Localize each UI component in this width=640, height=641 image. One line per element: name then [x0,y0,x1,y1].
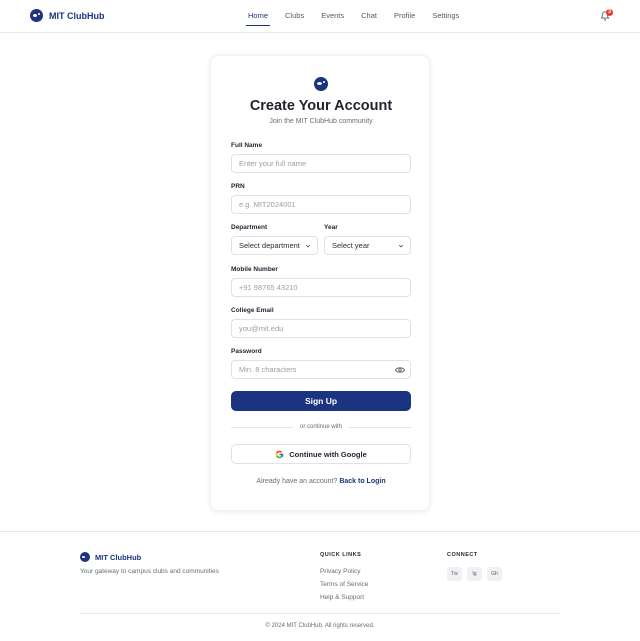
department-select[interactable]: Select department [231,236,318,255]
google-icon [276,450,284,458]
notification-badge: 3 [606,9,613,16]
instagram-link[interactable]: Ig [467,567,482,581]
department-value: Select department [239,241,300,250]
year-label: Year [324,224,338,231]
nav-settings[interactable]: Settings [432,11,459,20]
email-input[interactable]: you@mit.edu [231,319,411,338]
password-input[interactable]: Min. 8 characters [231,360,411,379]
nav-events[interactable]: Events [321,11,344,20]
google-signin-button[interactable]: Continue with Google [231,444,411,464]
year-select[interactable]: Select year [324,236,411,255]
nav-profile[interactable]: Profile [394,11,415,20]
password-placeholder: Min. 8 characters [239,365,297,374]
footer-divider [80,613,560,614]
prn-input[interactable]: e.g. MIT2024001 [231,195,411,214]
github-link[interactable]: Gh [487,567,502,581]
card-title: Create Your Account [249,98,393,114]
footer-brand[interactable]: MIT ClubHub [80,552,141,562]
email-label: College Email [231,307,274,314]
brand-name: MIT ClubHub [49,10,105,21]
mobile-label: Mobile Number [231,266,278,273]
help-support-link[interactable]: Help & Support [320,594,364,601]
eye-icon[interactable] [395,366,405,374]
card-subtitle: Join the MIT ClubHub community [269,118,373,125]
mobile-input[interactable]: +91 98765 43210 [231,278,411,297]
logo-icon [314,77,328,91]
twitter-link[interactable]: Tw [447,567,462,581]
footer-tagline: Your gateway to campus clubs and communi… [80,568,219,575]
department-label: Department [231,224,268,231]
copyright: © 2024 MIT ClubHub. All rights reserved. [265,623,375,629]
chevron-down-icon [398,244,404,248]
password-label: Password [231,348,262,355]
brand[interactable]: MIT ClubHub [30,9,105,22]
quick-links-heading: QUICK LINKS [320,552,362,558]
privacy-policy-link[interactable]: Privacy Policy [320,568,360,575]
top-navbar: MIT ClubHub Home Clubs Events Chat Profi… [0,0,640,33]
prn-label: PRN [231,183,245,190]
nav-home[interactable]: Home [245,11,271,26]
logo-icon [80,552,90,562]
connect-heading: CONNECT [447,552,478,558]
footer-brand-name: MIT ClubHub [95,552,142,562]
divider-text: or continue with [299,424,343,430]
signup-card: Create Your Account Join the MIT ClubHub… [210,55,430,511]
footer: MIT ClubHub Your gateway to campus clubs… [0,531,640,641]
login-prompt-row: Already have an account? Back to Login [211,478,431,485]
login-prompt: Already have an account? [256,478,338,485]
or-divider: or continue with [231,423,411,431]
full-name-label: Full Name [231,142,263,149]
year-value: Select year [332,241,370,250]
main-nav: Home Clubs Events Chat Profile Settings [245,11,459,26]
chevron-down-icon [305,244,311,248]
logo-icon [30,9,43,22]
signup-button[interactable]: Sign Up [231,391,411,411]
nav-chat[interactable]: Chat [361,11,377,20]
nav-clubs[interactable]: Clubs [285,11,304,20]
google-button-label: Continue with Google [289,449,367,459]
full-name-input[interactable]: Enter your full name [231,154,411,173]
terms-link[interactable]: Terms of Service [320,581,368,588]
back-to-login-link[interactable]: Back to Login [339,478,385,485]
